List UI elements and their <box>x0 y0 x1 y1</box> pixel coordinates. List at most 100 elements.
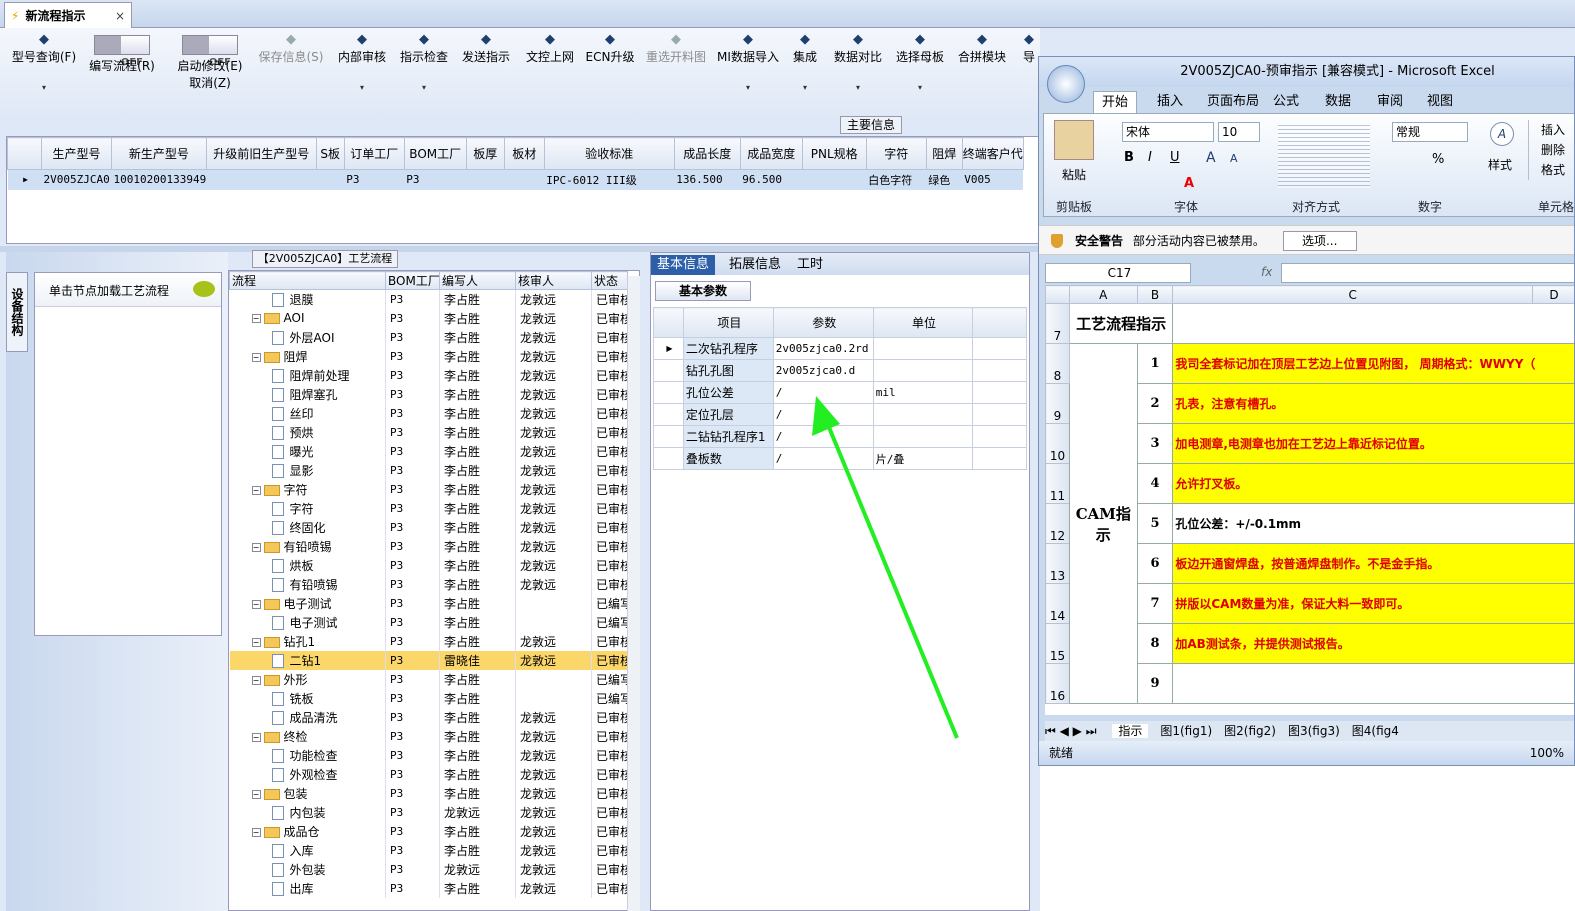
table-cell[interactable] <box>316 169 345 190</box>
step-number[interactable]: 5 <box>1136 503 1174 544</box>
column-header[interactable]: BOM工厂 <box>403 137 467 170</box>
chevron-down-icon[interactable]: ▾ <box>716 83 780 92</box>
tree-row[interactable]: 曝光 P3李占胜龙敦远已审核 <box>229 441 628 461</box>
column-header[interactable]: S板 <box>315 137 345 170</box>
table-cell[interactable]: 96.500 <box>740 169 803 190</box>
sheet-tab-1[interactable]: 图1(fig1) <box>1160 724 1212 738</box>
collapse-icon[interactable]: − <box>251 675 261 685</box>
column-header[interactable]: 参数 <box>772 307 874 338</box>
tree-row[interactable]: 入库 P3李占胜龙敦远已审核 <box>229 840 628 860</box>
step-number[interactable]: 6 <box>1136 543 1174 584</box>
chevron-down-icon[interactable]: ▾ <box>830 83 886 92</box>
column-header[interactable]: 成品长度 <box>673 137 741 170</box>
tree-row[interactable]: 外包装P3龙敦远龙敦远已审核 <box>229 859 628 879</box>
tree-row[interactable]: − 有铅喷锡 P3李占胜龙敦远已审核 <box>229 536 628 556</box>
tree-node[interactable]: − 阻焊 <box>229 346 386 366</box>
step-number[interactable]: 1 <box>1136 343 1174 384</box>
tree-node[interactable]: 终固化 <box>229 517 386 537</box>
param-value[interactable]: / <box>772 381 874 404</box>
collapse-icon[interactable]: − <box>251 485 261 495</box>
tree-row[interactable]: 功能检查 P3李占胜龙敦远已审核 <box>229 745 628 765</box>
tree-node[interactable]: 电子测试 <box>229 612 386 632</box>
tree-node[interactable]: 阻焊塞孔 <box>229 384 386 404</box>
collapse-icon[interactable]: − <box>251 789 261 799</box>
tree-node[interactable]: 出库 <box>229 878 386 898</box>
row-number[interactable]: 13 <box>1045 543 1070 584</box>
table-cell[interactable]: 136.500 <box>674 169 741 190</box>
table-cell[interactable] <box>802 169 867 190</box>
format-cell-button[interactable]: 格式 <box>1541 160 1574 180</box>
tree-row[interactable]: − AOI P3李占胜龙敦远已审核 <box>229 308 628 328</box>
tree-node[interactable]: 烘板 <box>229 555 386 575</box>
collapse-icon[interactable]: − <box>251 732 261 742</box>
step-number[interactable]: 8 <box>1136 623 1174 664</box>
table-cell[interactable]: 绿色 <box>926 169 963 190</box>
param-value[interactable]: / <box>772 425 874 448</box>
column-header[interactable]: 核审人 <box>515 271 592 290</box>
param-value[interactable]: 2v005zjca0.d <box>772 359 874 382</box>
delete-cell-button[interactable]: 删除 <box>1541 140 1574 160</box>
font-name-select[interactable]: 宋体 <box>1122 122 1214 142</box>
column-header[interactable]: 单位 <box>872 307 974 338</box>
param-unit[interactable]: 片/叠 <box>872 447 974 470</box>
toolbar-button-15[interactable]: ◆ 导 <box>1018 32 1040 65</box>
tree-node[interactable]: − 电子测试 <box>229 593 386 613</box>
chevron-down-icon[interactable]: ▾ <box>894 83 946 92</box>
security-options-button[interactable]: 选项... <box>1282 231 1357 251</box>
tree-node[interactable]: 预烘 <box>229 422 386 442</box>
tab-detail-2[interactable]: 工时 <box>791 255 829 275</box>
tree-node[interactable]: 功能检查 <box>229 745 386 765</box>
tree-row[interactable]: − 成品仓 P3李占胜龙敦远已审核 <box>229 821 628 841</box>
tree-row[interactable]: 成品清洗 P3李占胜龙敦远已审核 <box>229 707 628 727</box>
column-header[interactable]: 新生产型号 <box>111 137 207 170</box>
select-all-corner[interactable] <box>1045 285 1070 304</box>
tree-row[interactable]: − 包装 P3李占胜龙敦远已审核 <box>229 783 628 803</box>
toolbar-button-13[interactable]: ◆ 选择母板 ▾ <box>894 32 946 92</box>
excel-cell[interactable] <box>1172 303 1574 344</box>
tree-row[interactable]: − 字符 P3李占胜龙敦远已审核 <box>229 479 628 499</box>
row-number[interactable]: 7 <box>1045 303 1070 344</box>
column-header[interactable]: 阻焊 <box>925 137 963 170</box>
row-number[interactable]: 16 <box>1045 663 1070 704</box>
grow-font-icon[interactable]: A <box>1206 150 1216 166</box>
excel-tab-2[interactable]: 页面布局 <box>1199 91 1267 113</box>
param-unit[interactable]: mil <box>872 381 974 404</box>
collapse-icon[interactable]: − <box>251 542 261 552</box>
table-row[interactable]: ▶ 2V005ZJCA0 10010200133949 P3 P3 IPC-6012 II… <box>7 169 1024 190</box>
tree-node[interactable]: 铣板 <box>229 688 386 708</box>
tree-node[interactable]: 阻焊前处理 <box>229 365 386 385</box>
column-header[interactable]: 生产型号 <box>41 137 112 170</box>
tree-node[interactable]: 二钻1 <box>229 650 386 670</box>
param-row[interactable]: 叠板数 / 片/叠 <box>653 447 1027 470</box>
tree-row[interactable]: − 阻焊 P3李占胜龙敦远已审核 <box>229 346 628 366</box>
side-label-cell[interactable]: CAM指示 <box>1068 343 1138 704</box>
font-color-icon[interactable]: A <box>1184 176 1194 191</box>
toggle-switch[interactable]: OFF <box>94 35 150 68</box>
tab-basic-params[interactable]: 基本参数 <box>655 281 751 301</box>
toolbar-button-1[interactable]: OFF 编写流程(R) <box>86 32 158 74</box>
node-load-header[interactable]: 单击节点加载工艺流程 <box>35 273 221 307</box>
table-cell[interactable]: P3 <box>404 169 467 190</box>
paste-label[interactable]: 粘贴 <box>1062 166 1086 183</box>
chevron-down-icon[interactable]: ▾ <box>336 83 388 92</box>
table-cell[interactable]: IPC-6012 III级 <box>544 169 675 190</box>
table-cell[interactable]: 10010200133949 <box>111 169 207 190</box>
column-letter[interactable]: A <box>1068 285 1138 304</box>
row-number[interactable]: 12 <box>1045 503 1070 544</box>
sheet-tab-0[interactable]: 指示 <box>1112 724 1149 738</box>
sheet-tab-4[interactable]: 图4(fig4 <box>1352 724 1399 738</box>
name-box[interactable]: C17 <box>1045 263 1191 283</box>
tree-node[interactable]: − AOI <box>229 308 386 328</box>
toolbar-button-3[interactable]: ◆ 保存信息(S) <box>254 32 328 65</box>
collapse-icon[interactable]: − <box>251 314 261 323</box>
column-header[interactable]: 终端客户代 <box>961 137 1024 170</box>
chevron-down-icon[interactable]: ▾ <box>790 83 820 92</box>
column-header[interactable]: 编写人 <box>439 271 516 290</box>
column-header[interactable]: 项目 <box>682 307 774 338</box>
instruction-cell[interactable]: 允许打叉板。 <box>1172 463 1574 504</box>
tree-node[interactable]: − 钻孔1 <box>229 631 386 651</box>
table-cell[interactable] <box>466 169 505 190</box>
toolbar-button-2[interactable]: OFF 启动修改(E) 取消(Z) <box>170 32 250 91</box>
param-value[interactable]: / <box>772 447 874 470</box>
sheet-tab-2[interactable]: 图2(fig2) <box>1224 724 1276 738</box>
